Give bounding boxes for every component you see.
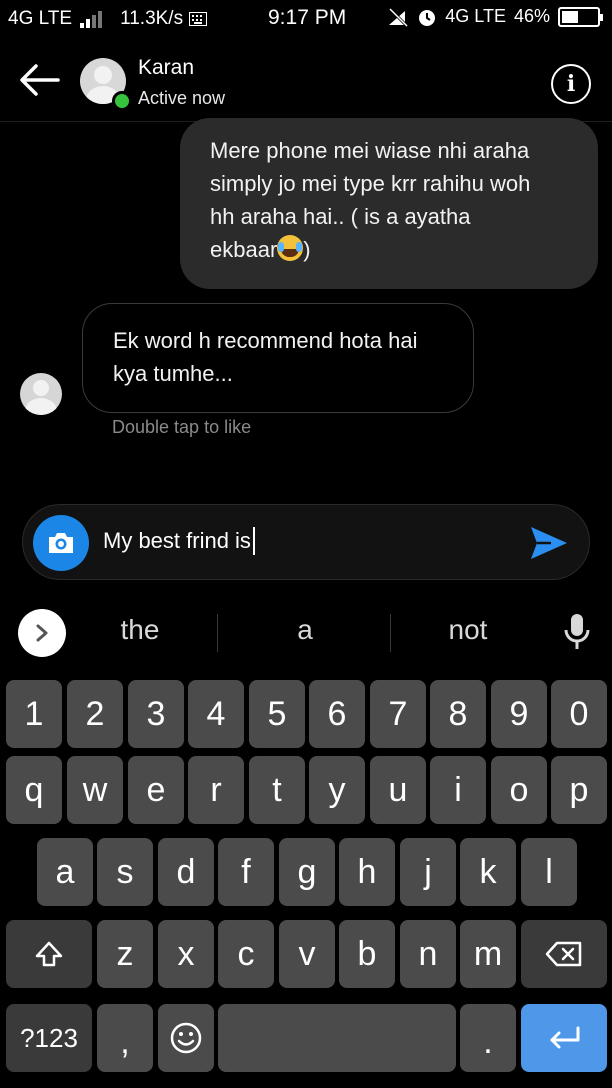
key-4[interactable]: 4 [188, 680, 244, 748]
key-c[interactable]: c [218, 920, 274, 988]
network-label: 4G LTE [8, 8, 73, 29]
key-w[interactable]: w [67, 756, 123, 824]
message-line: simply jo mei type krr rahihu woh [210, 171, 531, 196]
key-q[interactable]: q [6, 756, 62, 824]
key-z[interactable]: z [97, 920, 153, 988]
message-line-text: ekbaar [210, 237, 278, 262]
message-line: hh araha hai.. ( is a ayatha [210, 204, 471, 229]
backspace-key[interactable] [521, 920, 607, 988]
status-right: 4G LTE 46% [387, 6, 603, 27]
key-g[interactable]: g [279, 838, 335, 906]
key-l[interactable]: l [521, 838, 577, 906]
message-line-tail: ) [303, 237, 311, 262]
message-line: kya tumhe... [113, 361, 233, 386]
message-outgoing[interactable]: Mere phone mei wiase nhi araha simply jo… [180, 118, 598, 289]
key-h[interactable]: h [339, 838, 395, 906]
key-i[interactable]: i [430, 756, 486, 824]
suggestion-2[interactable]: a [265, 614, 345, 646]
alarm-icon [419, 9, 436, 26]
enter-arrow-icon [550, 1026, 580, 1049]
key-t[interactable]: t [249, 756, 305, 824]
suggestion-1[interactable]: the [100, 614, 180, 646]
keyboard-notification-icon [189, 12, 208, 26]
key-3[interactable]: 3 [128, 680, 184, 748]
key-x[interactable]: x [158, 920, 214, 988]
key-1[interactable]: 1 [6, 680, 62, 748]
backspace-icon [545, 941, 582, 967]
tears-of-joy-emoji-icon [277, 235, 304, 261]
message-input[interactable]: My best frind is [103, 527, 255, 555]
network-right-label: 4G LTE [445, 6, 506, 26]
message-composer: My best frind is [22, 504, 590, 580]
double-tap-hint: Double tap to like [112, 417, 252, 437]
info-icon[interactable]: i [551, 64, 591, 104]
key-6[interactable]: 6 [309, 680, 365, 748]
key-7[interactable]: 7 [370, 680, 426, 748]
message-incoming[interactable]: Ek word h recommend hota hai kya tumhe..… [82, 303, 474, 413]
space-key[interactable] [218, 1004, 456, 1072]
message-input-value: My best frind is [103, 528, 251, 553]
signal-icon [80, 10, 103, 28]
speed-label: 11.3K/s [120, 8, 184, 29]
key-comma[interactable]: , [97, 1004, 153, 1072]
key-0[interactable]: 0 [551, 680, 607, 748]
key-period[interactable]: . [460, 1004, 516, 1072]
suggestion-divider [390, 614, 391, 652]
key-m[interactable]: m [460, 920, 516, 988]
expand-toolbar-button[interactable] [18, 609, 66, 657]
battery-icon [558, 6, 603, 27]
key-b[interactable]: b [339, 920, 395, 988]
status-left: 4G LTE 11.3K/s [8, 8, 208, 30]
key-5[interactable]: 5 [249, 680, 305, 748]
key-e[interactable]: e [128, 756, 184, 824]
suggestion-divider [217, 614, 218, 652]
key-r[interactable]: r [188, 756, 244, 824]
text-caret [252, 527, 255, 555]
suggestion-bar: the a not [0, 600, 612, 666]
contact-name[interactable]: Karan [138, 56, 194, 80]
key-f[interactable]: f [218, 838, 274, 906]
microphone-icon[interactable] [562, 612, 592, 652]
key-a[interactable]: a [37, 838, 93, 906]
message-line: Mere phone mei wiase nhi araha [210, 138, 530, 163]
key-s[interactable]: s [97, 838, 153, 906]
key-n[interactable]: n [400, 920, 456, 988]
keyboard: 1 2 3 4 5 6 7 8 9 0 q w e r t y u i o p … [0, 670, 612, 1088]
chat-header: Karan Active now i [0, 40, 612, 122]
sender-avatar[interactable] [20, 373, 62, 415]
chevron-right-icon [36, 624, 48, 642]
message-line: Ek word h recommend hota hai [113, 328, 418, 353]
suggestion-3[interactable]: not [428, 614, 508, 646]
message-line: ekbaar) [210, 233, 572, 266]
key-y[interactable]: y [309, 756, 365, 824]
key-j[interactable]: j [400, 838, 456, 906]
online-indicator [112, 91, 132, 111]
key-8[interactable]: 8 [430, 680, 486, 748]
emoji-key[interactable] [158, 1004, 214, 1072]
key-d[interactable]: d [158, 838, 214, 906]
key-2[interactable]: 2 [67, 680, 123, 748]
no-signal-icon [389, 7, 409, 27]
contact-avatar[interactable] [80, 58, 132, 111]
key-u[interactable]: u [370, 756, 426, 824]
key-9[interactable]: 9 [491, 680, 547, 748]
battery-label: 46% [513, 6, 550, 26]
clock: 9:17 PM [268, 6, 347, 29]
key-o[interactable]: o [491, 756, 547, 824]
contact-status: Active now [138, 88, 226, 108]
key-k[interactable]: k [460, 838, 516, 906]
battery-fill [562, 10, 578, 23]
symbols-key[interactable]: ?123 [6, 1004, 92, 1072]
camera-icon [49, 533, 73, 553]
key-p[interactable]: p [551, 756, 607, 824]
smiley-icon [170, 1022, 202, 1054]
back-arrow-icon[interactable] [18, 62, 62, 98]
shift-key[interactable] [6, 920, 92, 988]
camera-button[interactable] [33, 515, 89, 571]
key-v[interactable]: v [279, 920, 335, 988]
enter-key[interactable] [521, 1004, 607, 1072]
status-bar: 4G LTE 11.3K/s 9:17 PM 4G LTE 46% [0, 0, 612, 38]
send-icon[interactable] [527, 523, 571, 563]
shift-icon [35, 941, 63, 967]
